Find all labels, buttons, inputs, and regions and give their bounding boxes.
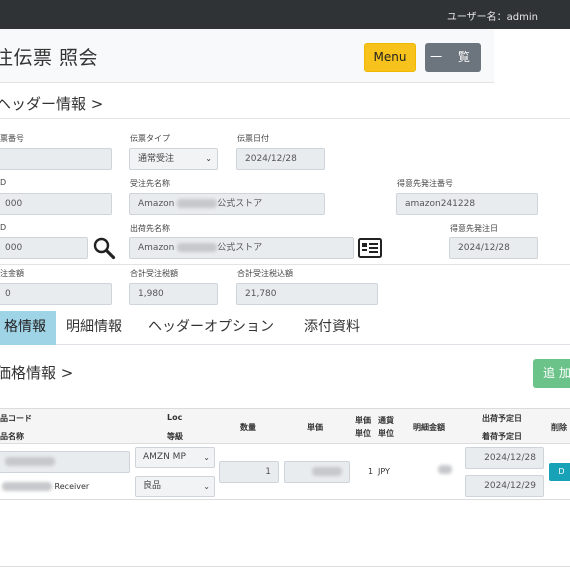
customer-order-date-field[interactable]: 2024/12/28	[449, 237, 538, 259]
slip-type-select[interactable]: 通常受注 ⌄	[129, 148, 218, 170]
id-label-2: D	[0, 223, 7, 232]
slip-date-field[interactable]: 2024/12/28	[236, 148, 325, 170]
id-field-2[interactable]: 000	[0, 237, 88, 259]
arrival-date-field[interactable]: 2024/12/29	[465, 475, 544, 497]
product-code-field[interactable]	[0, 451, 130, 473]
header-grade: 等級	[167, 432, 183, 441]
chevron-down-icon: ⌄	[205, 154, 212, 163]
add-button[interactable]: 追 加	[533, 359, 570, 388]
id-field-1[interactable]: 000	[0, 193, 112, 215]
header-ship-date: 出荷予定日	[482, 414, 522, 423]
order-dest-name-label: 受注先名称	[130, 179, 170, 188]
amount-field[interactable]: 0	[0, 283, 112, 305]
price-section-heading[interactable]: 価格情報 >	[0, 362, 73, 383]
divider	[0, 264, 570, 265]
search-icon[interactable]	[92, 236, 116, 260]
header-section-heading[interactable]: ヘッダー情報 >	[0, 93, 103, 114]
header-line-amount: 明細金額	[413, 423, 445, 432]
header-qty: 数量	[240, 423, 256, 432]
title-bar: 注伝票 照会 Menu 一 覧	[0, 29, 494, 83]
redacted-text	[2, 482, 52, 491]
slip-number-field[interactable]	[0, 148, 112, 170]
ship-dest-name-label: 出荷先名称	[130, 224, 170, 233]
header-delete: 削除	[551, 423, 567, 432]
divider	[0, 566, 570, 567]
tab-attachments[interactable]: 添付資料	[294, 311, 370, 345]
ship-date-field[interactable]: 2024/12/28	[465, 447, 544, 469]
total-incl-tax-label: 合計受注税込額	[237, 269, 293, 278]
chevron-down-icon: ⌄	[203, 453, 210, 462]
customer-order-no-field[interactable]: amazon241228	[396, 193, 538, 215]
table-row: Receiver AMZN MP ⌄ 良品 ⌄ 1 1 JPY 2024/12/28…	[0, 444, 570, 500]
top-bar: ユーザー名：admin	[0, 0, 570, 29]
total-tax-label: 合計受注税額	[130, 269, 178, 278]
page-title: 注伝票 照会	[0, 47, 99, 69]
header-price-unit-1: 単価	[355, 416, 371, 425]
redacted-text	[177, 199, 218, 208]
redacted-text	[438, 465, 452, 474]
amount-label: 注金額	[0, 269, 24, 278]
user-label: ユーザー名：admin	[446, 12, 538, 23]
header-arrival-date: 着荷予定日	[482, 432, 522, 441]
chevron-down-icon: ⌄	[203, 482, 210, 491]
unit-price-field[interactable]	[284, 461, 350, 483]
slip-number-label: 票番号	[0, 134, 24, 143]
header-currency-2: 単位	[378, 429, 394, 438]
header-currency-1: 通貨	[378, 416, 394, 425]
grade-select[interactable]: 良品 ⌄	[135, 476, 215, 497]
customer-order-no-label: 得意先発注番号	[397, 179, 453, 188]
total-incl-tax-field[interactable]: 21,780	[236, 283, 378, 305]
header-product-name: 品名称	[0, 432, 24, 441]
delete-button[interactable]: D	[549, 463, 570, 481]
address-card-icon[interactable]	[358, 238, 382, 258]
list-button[interactable]: 一 覧	[425, 43, 481, 72]
table-header: 品コード 品名称 Loc 等級 数量 単価 単価 単位 通貨 単位 明細金額 出…	[0, 408, 570, 444]
header-unit-price: 単価	[307, 423, 323, 432]
header-price-unit-2: 単位	[355, 429, 371, 438]
qty-field[interactable]: 1	[219, 461, 279, 483]
header-product-code: 品コード	[0, 414, 32, 423]
customer-order-date-label: 得意先発注日	[450, 224, 498, 233]
unit-qty-text: 1	[368, 467, 374, 476]
slip-date-label: 伝票日付	[237, 134, 269, 143]
product-name-text: Receiver	[2, 482, 89, 491]
id-label-1: D	[0, 178, 7, 187]
tab-header-options[interactable]: ヘッダーオプション	[138, 311, 284, 345]
tab-detail-info[interactable]: 明細情報	[56, 311, 132, 345]
currency-text: JPY	[378, 467, 390, 476]
divider	[0, 118, 570, 119]
redacted-text	[177, 243, 218, 252]
slip-type-label: 伝票タイプ	[130, 134, 170, 143]
redacted-text	[5, 457, 55, 466]
loc-select[interactable]: AMZN MP ⌄	[135, 447, 215, 468]
menu-button[interactable]: Menu	[364, 43, 416, 72]
tab-bar: 格情報 明細情報 ヘッダーオプション 添付資料	[0, 311, 570, 345]
line-amount-text	[438, 465, 452, 474]
total-tax-field[interactable]: 1,980	[129, 283, 218, 305]
order-dest-name-field[interactable]: Amazon 公式ストア	[129, 193, 325, 215]
ship-dest-name-field[interactable]: Amazon 公式ストア	[129, 237, 354, 259]
header-loc: Loc	[167, 413, 183, 422]
tab-price-info[interactable]: 格情報	[0, 311, 56, 345]
redacted-text	[312, 467, 342, 476]
